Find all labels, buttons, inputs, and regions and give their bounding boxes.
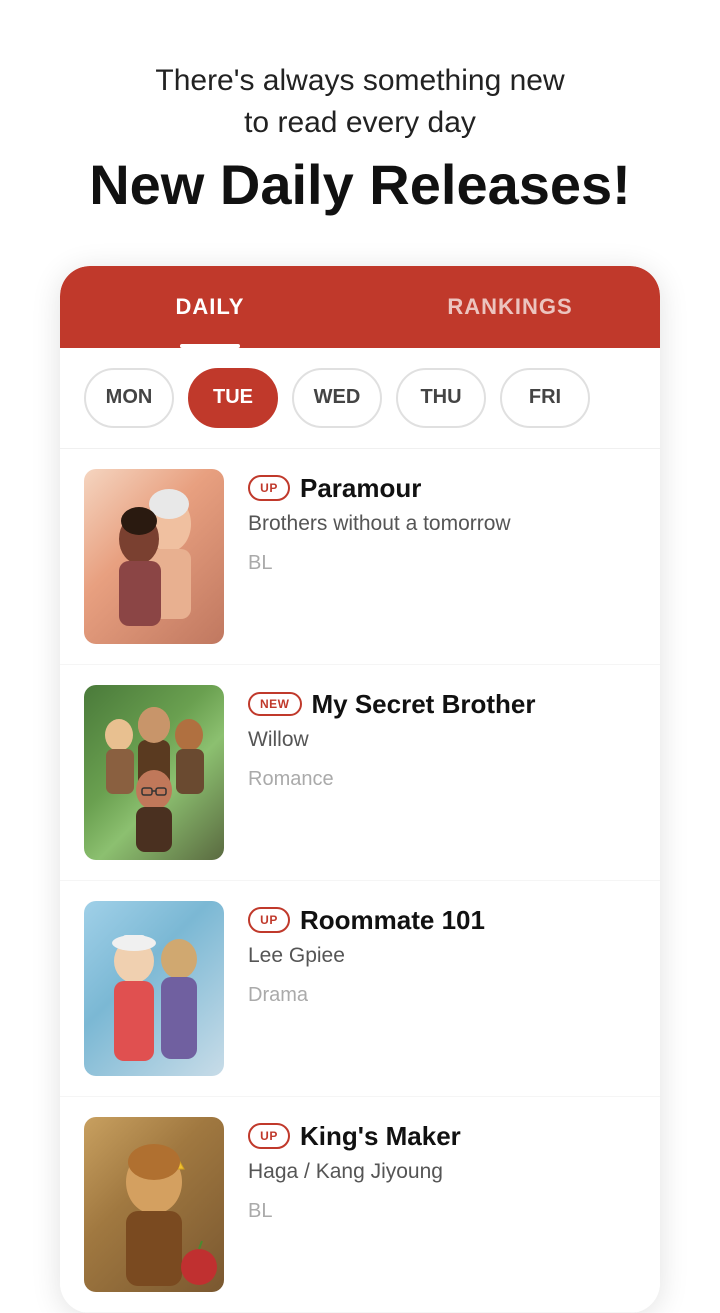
- manga-info-3: UP Roommate 101 Lee Gpiee Drama: [248, 901, 636, 1007]
- manga-cover-1: [84, 469, 224, 644]
- header-section: There's always something newto read ever…: [0, 0, 720, 246]
- header-title: New Daily Releases!: [60, 154, 660, 216]
- day-thu[interactable]: THU: [396, 368, 486, 428]
- manga-item-1[interactable]: UP Paramour Brothers without a tomorrow …: [60, 449, 660, 665]
- badge-up-3: UP: [248, 907, 290, 933]
- day-tue[interactable]: TUE: [188, 368, 278, 428]
- manga-item-2[interactable]: NEW My Secret Brother Willow Romance: [60, 665, 660, 881]
- manga-info-2: NEW My Secret Brother Willow Romance: [248, 685, 636, 791]
- days-row: MON TUE WED THU FRI: [60, 348, 660, 449]
- manga-genre-3: Drama: [248, 984, 636, 1007]
- app-card: DAILY RANKINGS MON TUE WED THU FRI: [60, 266, 660, 1313]
- manga-title-2: My Secret Brother: [312, 689, 536, 720]
- manga-item-4[interactable]: UP King's Maker Haga / Kang Jiyoung BL: [60, 1097, 660, 1313]
- manga-item-3[interactable]: UP Roommate 101 Lee Gpiee Drama: [60, 881, 660, 1097]
- header-subtitle: There's always something newto read ever…: [60, 60, 660, 144]
- manga-title-4: King's Maker: [300, 1121, 461, 1152]
- manga-title-3: Roommate 101: [300, 905, 485, 936]
- manga-author-2: Willow: [248, 728, 636, 752]
- manga-genre-4: BL: [248, 1200, 636, 1223]
- manga-genre-1: BL: [248, 552, 636, 575]
- manga-cover-4: [84, 1117, 224, 1292]
- manga-cover-2: [84, 685, 224, 860]
- badge-new-2: NEW: [248, 692, 302, 716]
- manga-author-1: Brothers without a tomorrow: [248, 512, 636, 536]
- manga-info-4: UP King's Maker Haga / Kang Jiyoung BL: [248, 1117, 636, 1223]
- day-fri[interactable]: FRI: [500, 368, 590, 428]
- tabs-header: DAILY RANKINGS: [60, 266, 660, 348]
- day-mon[interactable]: MON: [84, 368, 174, 428]
- manga-author-3: Lee Gpiee: [248, 944, 636, 968]
- tab-daily[interactable]: DAILY: [60, 266, 360, 348]
- manga-list: UP Paramour Brothers without a tomorrow …: [60, 449, 660, 1313]
- manga-title-1: Paramour: [300, 473, 421, 504]
- manga-info-1: UP Paramour Brothers without a tomorrow …: [248, 469, 636, 575]
- manga-genre-2: Romance: [248, 768, 636, 791]
- day-wed[interactable]: WED: [292, 368, 382, 428]
- manga-cover-3: [84, 901, 224, 1076]
- manga-author-4: Haga / Kang Jiyoung: [248, 1160, 636, 1184]
- tab-rankings[interactable]: RANKINGS: [360, 266, 660, 348]
- badge-up-1: UP: [248, 475, 290, 501]
- badge-up-4: UP: [248, 1123, 290, 1149]
